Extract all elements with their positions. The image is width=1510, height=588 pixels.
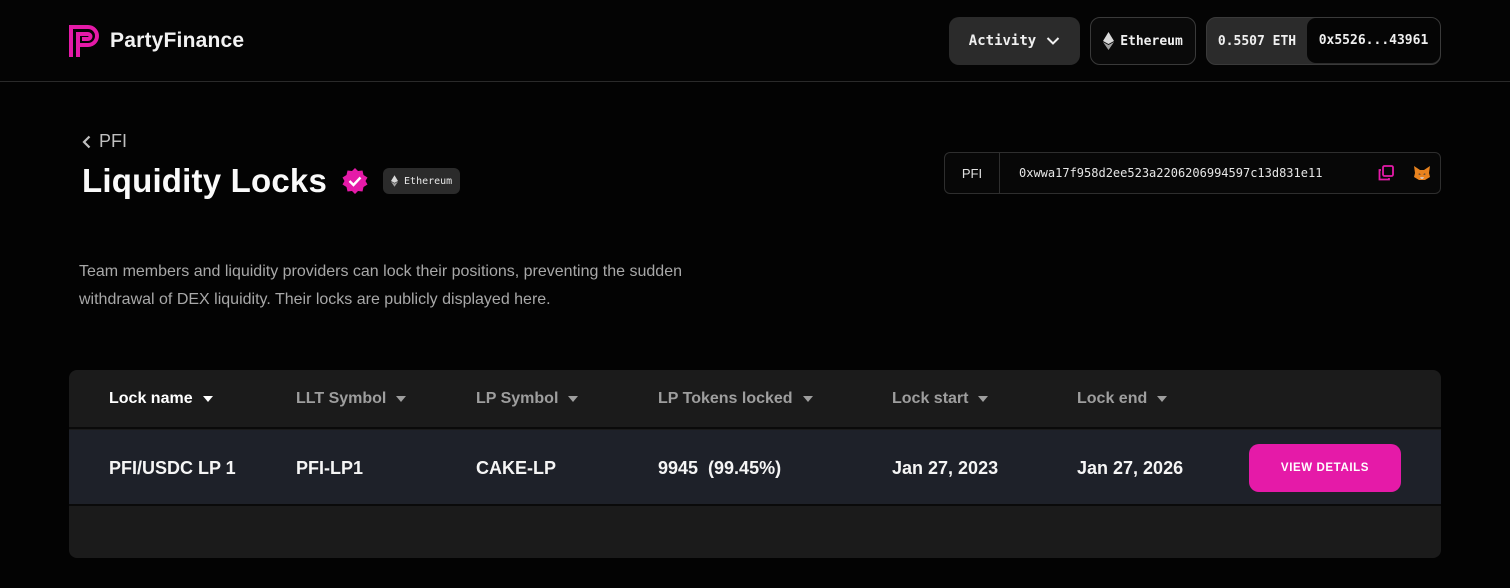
sort-caret-icon xyxy=(396,396,407,402)
column-header-lock-start[interactable]: Lock start xyxy=(892,390,989,408)
page-description: Team members and liquidity providers can… xyxy=(79,263,682,308)
column-header-lock-end[interactable]: Lock end xyxy=(1077,390,1168,408)
column-label: LP Symbol xyxy=(476,390,559,407)
locks-table: Lock name LLT Symbol LP Symbol LP Tokens… xyxy=(69,370,1441,558)
chain-badge: Ethereum xyxy=(383,168,461,194)
column-header-lp-tokens-locked[interactable]: LP Tokens locked xyxy=(658,390,813,408)
chevron-left-icon xyxy=(82,135,91,148)
column-label: Lock start xyxy=(892,390,969,407)
cell-lock-end: Jan 27, 2026 xyxy=(1077,458,1184,478)
activity-dropdown-button[interactable]: Activity xyxy=(949,17,1080,65)
ethereum-icon xyxy=(391,175,399,187)
column-label: Lock name xyxy=(109,390,193,407)
top-header: PartyFinance Activity Ethereum 0.5507 ET… xyxy=(0,0,1510,82)
party-finance-logo-icon xyxy=(69,25,99,57)
table-header: Lock name LLT Symbol LP Symbol LP Tokens… xyxy=(69,370,1441,429)
network-label: Ethereum xyxy=(1120,33,1183,49)
token-address: 0xwwa17f958d2ee523a2206206994597c13d831e… xyxy=(1019,166,1323,180)
back-link[interactable]: PFI xyxy=(82,131,127,152)
add-to-metamask-button[interactable] xyxy=(1404,165,1440,181)
sort-caret-icon xyxy=(202,396,213,402)
sort-caret-icon xyxy=(1157,396,1168,402)
chain-badge-label: Ethereum xyxy=(404,175,453,187)
metamask-fox-icon xyxy=(1414,166,1430,180)
cell-lock-name: PFI/USDC LP 1 xyxy=(109,458,236,478)
page-title: Liquidity Locks xyxy=(82,162,328,199)
copy-address-button[interactable] xyxy=(1368,165,1404,181)
back-link-label: PFI xyxy=(99,131,128,151)
wallet-widget[interactable]: 0.5507 ETH 0x5526...43961 xyxy=(1206,17,1441,65)
column-label: LP Tokens locked xyxy=(658,390,793,407)
column-header-lp-symbol[interactable]: LP Symbol xyxy=(476,390,579,408)
network-selector-button[interactable]: Ethereum xyxy=(1090,17,1196,65)
token-address-box: PFI 0xwwa17f958d2ee523a2206206994597c13d… xyxy=(944,152,1441,194)
table-row[interactable]: PFI/USDC LP 1 PFI-LP1 CAKE-LP 9945 (99.4… xyxy=(69,430,1441,506)
sort-caret-icon xyxy=(978,396,989,402)
cell-llt-symbol: PFI-LP1 xyxy=(296,458,364,478)
cell-lp-tokens-locked: 9945 (99.45%) xyxy=(658,458,782,478)
wallet-address-button[interactable]: 0x5526...43961 xyxy=(1307,18,1440,63)
sort-caret-icon xyxy=(568,396,579,402)
ethereum-icon xyxy=(1103,32,1115,50)
view-details-button[interactable]: VIEW DETAILS xyxy=(1249,444,1401,492)
token-symbol: PFI xyxy=(945,153,1000,193)
wallet-balance: 0.5507 ETH xyxy=(1217,33,1297,49)
wallet-address: 0x5526...43961 xyxy=(1318,33,1429,48)
column-label: Lock end xyxy=(1077,390,1148,407)
title-row: Liquidity Locks Ethereum xyxy=(82,162,461,200)
copy-icon xyxy=(1378,165,1394,181)
cell-lock-start: Jan 27, 2023 xyxy=(892,458,999,478)
column-label: LLT Symbol xyxy=(296,390,387,407)
column-header-llt-symbol[interactable]: LLT Symbol xyxy=(296,390,407,408)
cell-lp-symbol: CAKE-LP xyxy=(476,458,556,478)
sort-caret-icon xyxy=(802,396,813,402)
brand-name: PartyFinance xyxy=(110,29,245,52)
brand-logo[interactable]: PartyFinance xyxy=(68,24,244,58)
column-header-lock-name[interactable]: Lock name xyxy=(109,390,213,408)
activity-label: Activity xyxy=(968,33,1037,49)
verified-badge-icon xyxy=(342,168,368,194)
chevron-down-icon xyxy=(1047,37,1060,45)
